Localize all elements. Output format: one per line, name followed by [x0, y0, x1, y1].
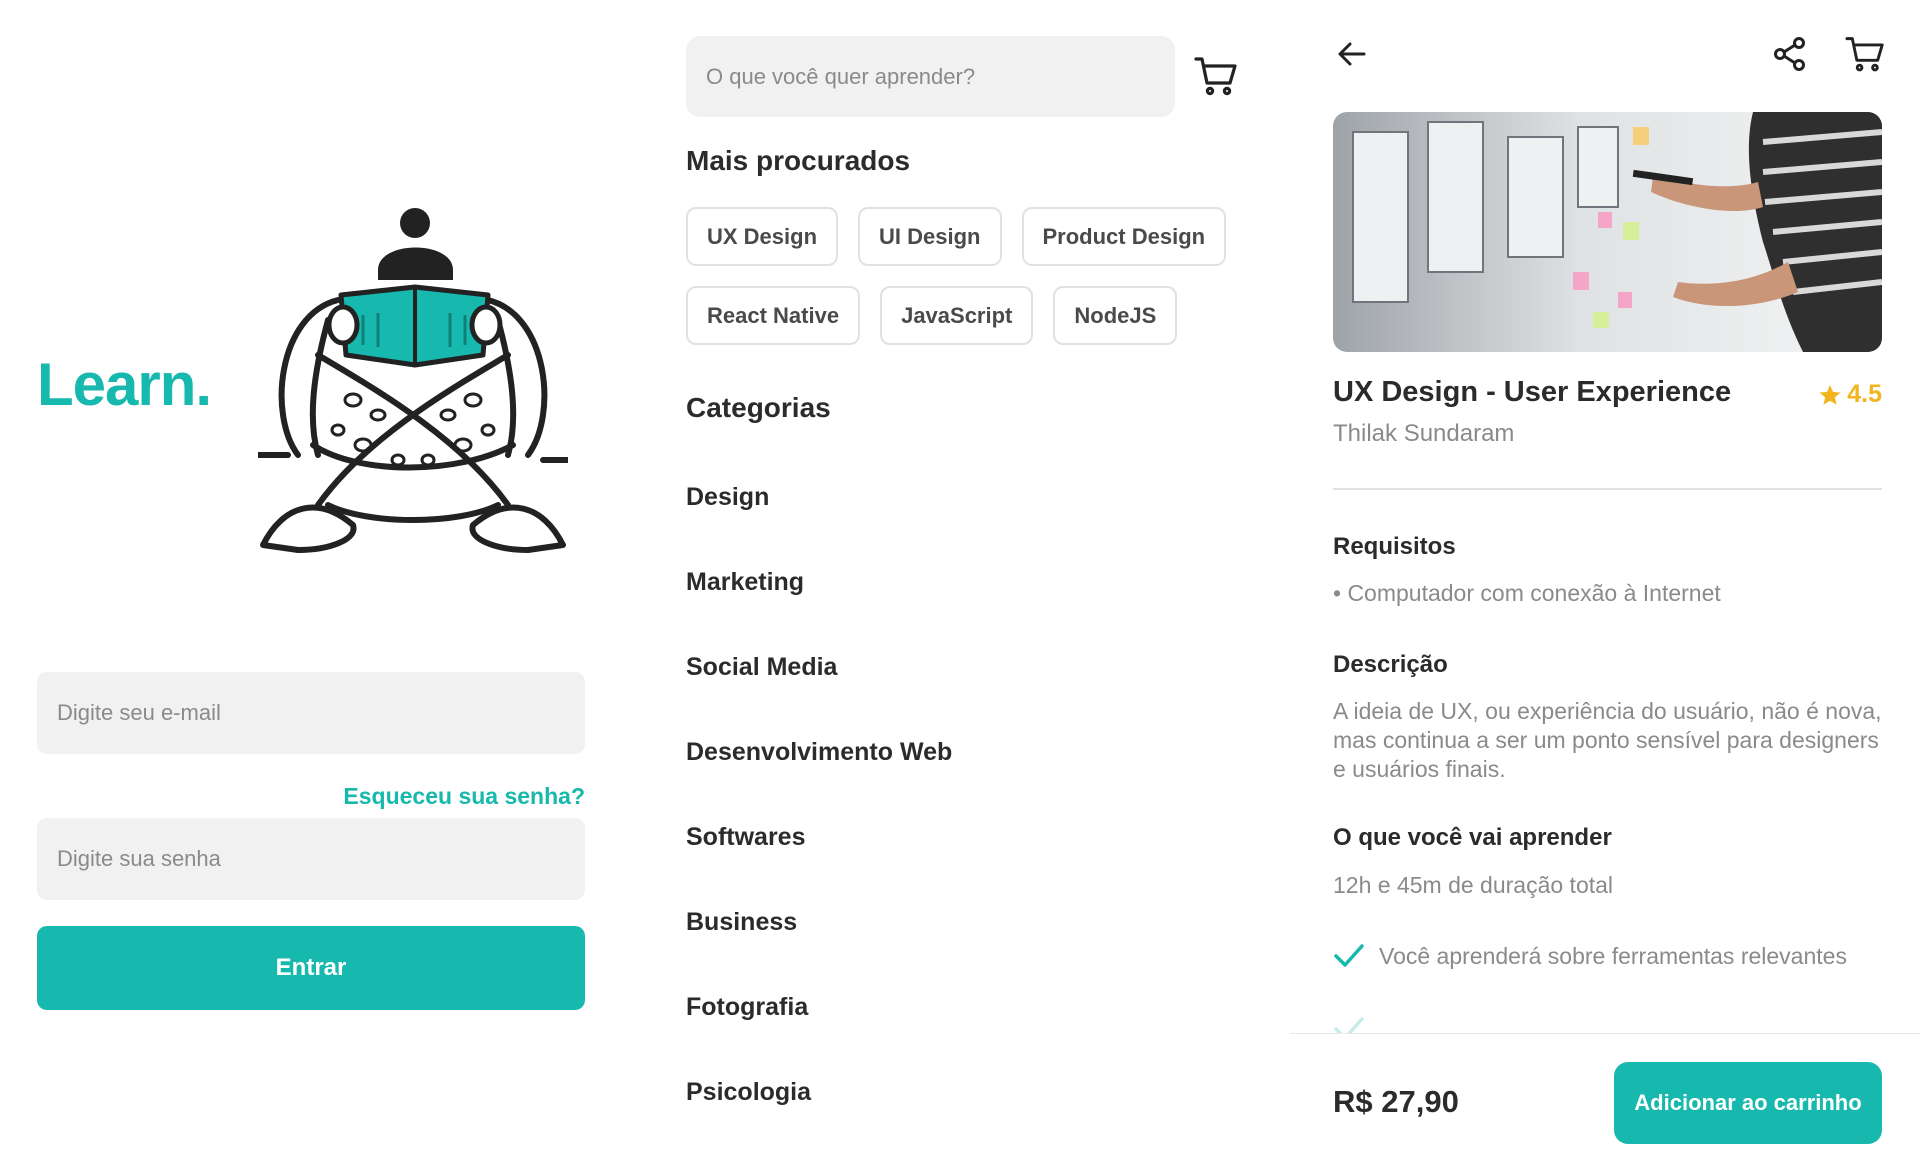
- category-item[interactable]: Business: [686, 900, 952, 985]
- course-detail-screen: UX Design - User Experience 4.5 Thilak S…: [1290, 0, 1920, 1163]
- cart-button[interactable]: [1843, 32, 1887, 76]
- tag-chip[interactable]: React Native: [686, 286, 861, 345]
- reading-person-illustration: [258, 208, 568, 553]
- add-to-cart-button[interactable]: Adicionar ao carrinho: [1614, 1062, 1882, 1144]
- course-rating: 4.5: [1818, 380, 1882, 409]
- rating-value: 4.5: [1847, 380, 1882, 408]
- category-item[interactable]: Softwares: [686, 815, 952, 900]
- password-field[interactable]: [37, 818, 585, 900]
- tag-chip[interactable]: JavaScript: [880, 286, 1034, 345]
- popular-title: Mais procurados: [686, 145, 911, 176]
- back-button[interactable]: [1330, 32, 1374, 76]
- categories-title: Categorias: [686, 392, 831, 423]
- share-button[interactable]: [1768, 32, 1812, 76]
- check-icon: [1334, 944, 1364, 967]
- course-title: UX Design - User Experience: [1333, 376, 1732, 408]
- tag-chip[interactable]: UI Design: [858, 207, 1002, 266]
- learn-item-text: Você aprenderá sobre ferramentas relevan…: [1379, 942, 1847, 969]
- email-field[interactable]: [37, 672, 585, 754]
- share-icon: [1774, 37, 1805, 71]
- category-item[interactable]: Psicologia: [686, 1070, 952, 1155]
- divider: [1333, 488, 1882, 490]
- back-arrow-icon: [1338, 42, 1366, 66]
- course-cover-image: [1333, 112, 1882, 352]
- tag-chip[interactable]: UX Design: [686, 207, 839, 266]
- login-button[interactable]: Entrar: [37, 926, 585, 1010]
- tag-chip[interactable]: Product Design: [1021, 207, 1227, 266]
- duration-text: 12h e 45m de duração total: [1333, 872, 1614, 898]
- category-item[interactable]: Social Media: [686, 645, 952, 730]
- cart-icon: [1845, 37, 1884, 72]
- search-bar: [686, 36, 1175, 117]
- brand-logo: Learn.: [37, 351, 212, 418]
- forgot-password-link[interactable]: Esqueceu sua senha?: [343, 783, 585, 810]
- cart-icon[interactable]: [1194, 55, 1238, 97]
- description-title: Descrição: [1333, 651, 1448, 678]
- category-list: Design Marketing Social Media Desenvolvi…: [686, 475, 952, 1155]
- tag-chip[interactable]: NodeJS: [1053, 286, 1178, 345]
- requirements-title: Requisitos: [1333, 533, 1456, 560]
- course-author: Thilak Sundaram: [1333, 420, 1515, 447]
- course-price: R$ 27,90: [1333, 1084, 1459, 1119]
- login-screen: Learn. Digite seu e-mail Esqueceu sua se…: [0, 0, 640, 1163]
- search-input[interactable]: [686, 36, 1175, 117]
- category-item[interactable]: Fotografia: [686, 985, 952, 1070]
- learn-item: Você aprenderá sobre ferramentas relevan…: [1333, 942, 1847, 970]
- category-item[interactable]: Desenvolvimento Web: [686, 730, 952, 815]
- popular-tags: UX Design UI Design Product Design React…: [686, 207, 1246, 345]
- star-icon: [1819, 384, 1841, 405]
- category-item[interactable]: Design: [686, 475, 952, 560]
- purchase-bar: R$ 27,90 Adicionar ao carrinho: [1290, 1033, 1920, 1163]
- requirement-item: • Computador com conexão à Internet: [1333, 580, 1721, 606]
- category-item[interactable]: Marketing: [686, 560, 952, 645]
- learn-title: O que você vai aprender: [1333, 824, 1612, 851]
- browse-screen: Mais procurados UX Design UI Design Prod…: [660, 0, 1280, 1163]
- description-text: A ideia de UX, ou experiência do usuário…: [1333, 698, 1882, 782]
